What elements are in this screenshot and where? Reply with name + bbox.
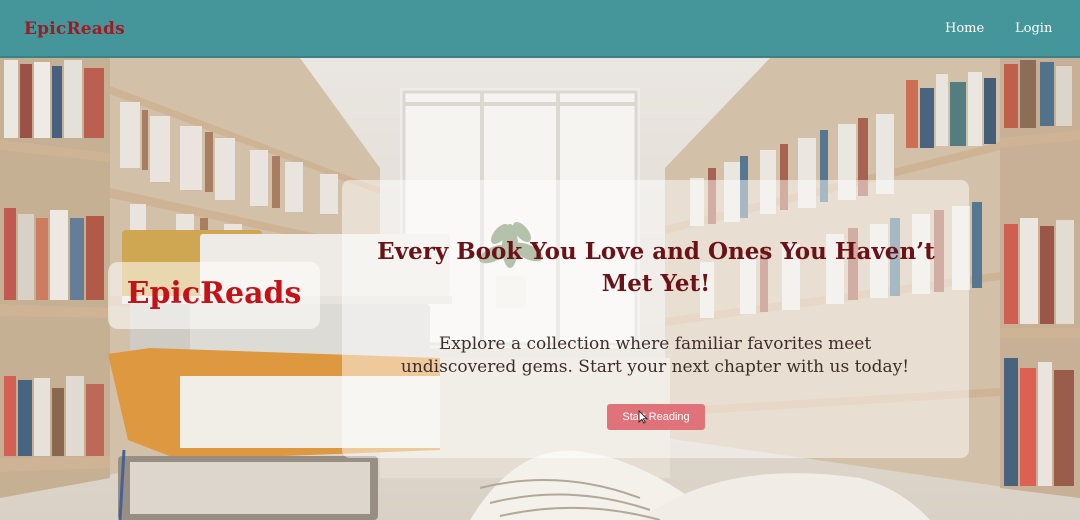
hero-headline-line1: Every Book You Love and Ones You Haven’t [377,238,935,265]
brand-link[interactable]: EpicReads [24,19,125,39]
nav-home-link[interactable]: Home [945,21,984,36]
navbar: EpicReads Home Login [0,0,1080,58]
hero-subtext-line2: undiscovered gems. Start your next chapt… [400,357,910,377]
hero-subtext-line1: Explore a collection where familiar favo… [438,334,872,354]
landing-page: EpicReads Home Login EpicReads Every Boo… [0,0,1080,520]
mouse-pointer-icon [638,410,648,424]
start-reading-button[interactable]: Start Reading [607,404,705,430]
nav-login-link[interactable]: Login [1015,21,1052,36]
hero-headline-line2: Met Yet! [601,270,711,297]
hero-subtext: Explore a collection where familiar favo… [370,333,940,379]
hero-headline: Every Book You Love and Ones You Haven’t… [354,236,958,300]
hero-logo-text: EpicReads [126,276,302,311]
